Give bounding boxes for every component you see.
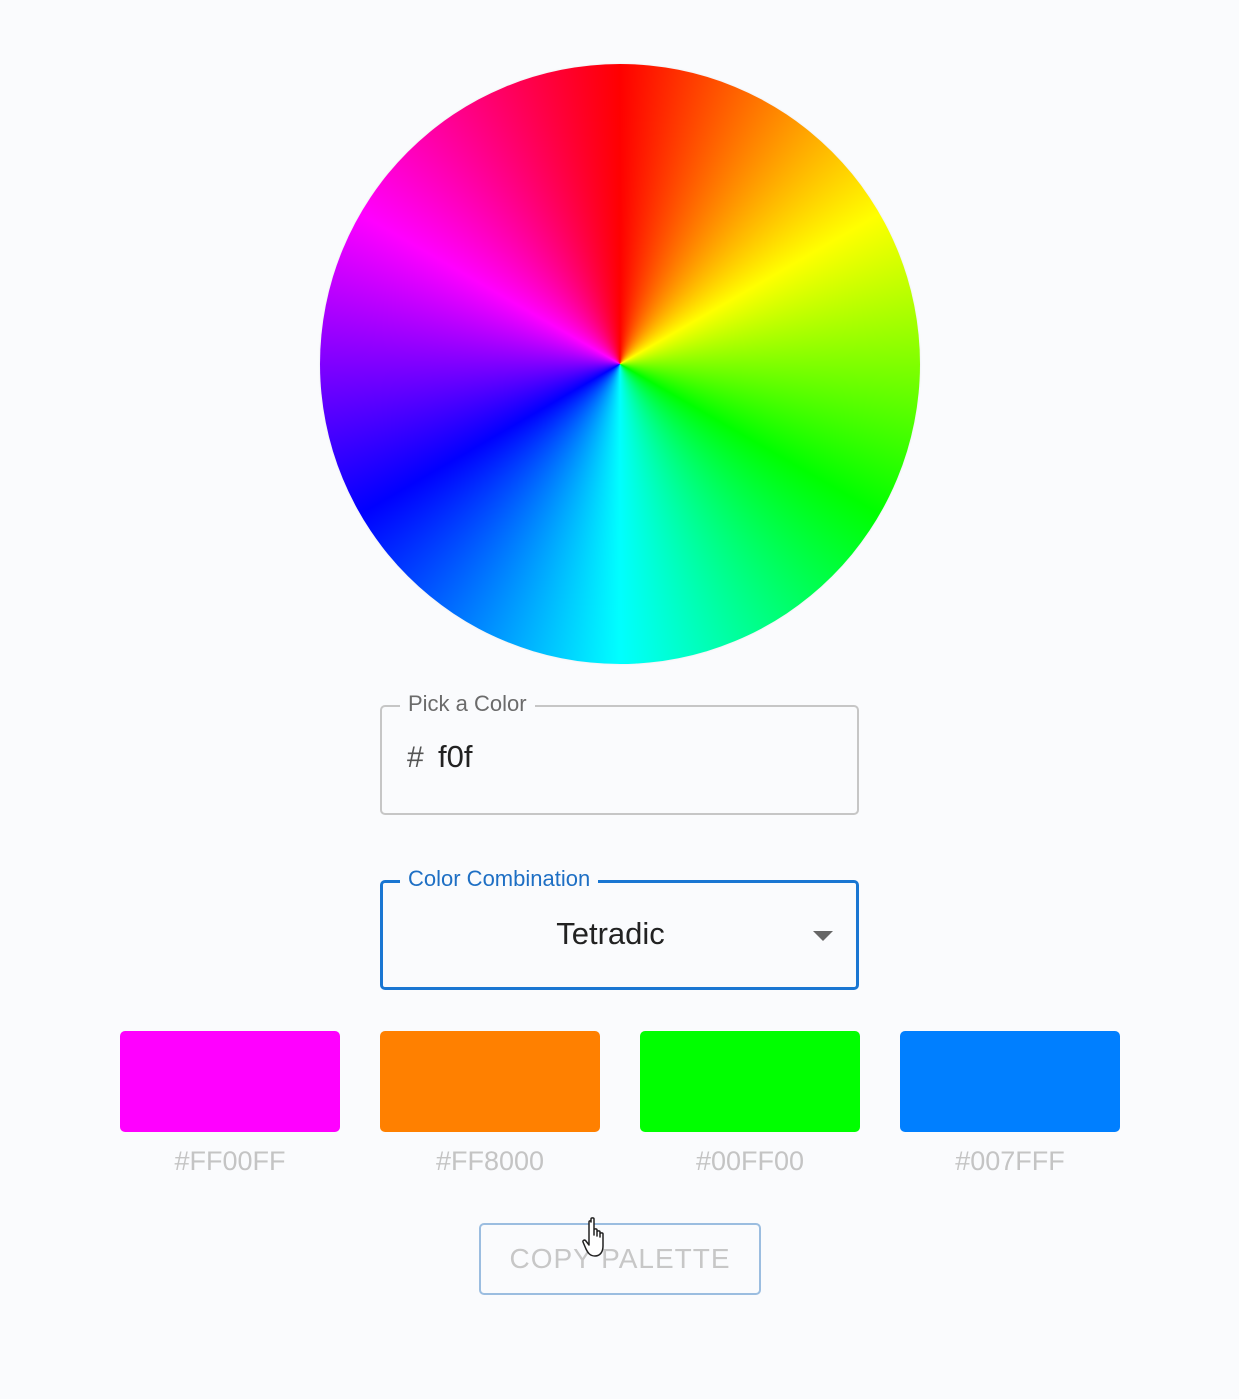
caret-down-icon[interactable] <box>813 931 833 941</box>
palette-swatch-2[interactable] <box>380 1031 600 1132</box>
pick-color-label: Pick a Color <box>400 691 535 717</box>
color-combination-select[interactable]: Color Combination Tetradic <box>380 866 859 990</box>
palette-hex-label-1: #FF00FF <box>174 1146 286 1176</box>
hex-prefix: # <box>407 741 424 774</box>
copy-palette-button[interactable]: COPY PALETTE <box>479 1223 761 1295</box>
pick-color-field[interactable]: Pick a Color # <box>380 691 859 815</box>
palette-swatch-4[interactable] <box>900 1031 1120 1132</box>
palette-hex-label-2: #FF8000 <box>435 1146 545 1176</box>
palette-swatch-3[interactable] <box>640 1031 860 1132</box>
hex-color-input[interactable] <box>438 735 818 779</box>
palette-swatch-1[interactable] <box>120 1031 340 1132</box>
color-combination-value: Tetradic <box>556 916 665 951</box>
palette-hex-label-3: #00FF00 <box>695 1146 805 1176</box>
color-wheel[interactable] <box>320 64 920 664</box>
color-combination-label: Color Combination <box>400 866 599 892</box>
palette-hex-label-4: #007FFF <box>955 1146 1065 1176</box>
hand-pointer-icon <box>582 1217 604 1257</box>
